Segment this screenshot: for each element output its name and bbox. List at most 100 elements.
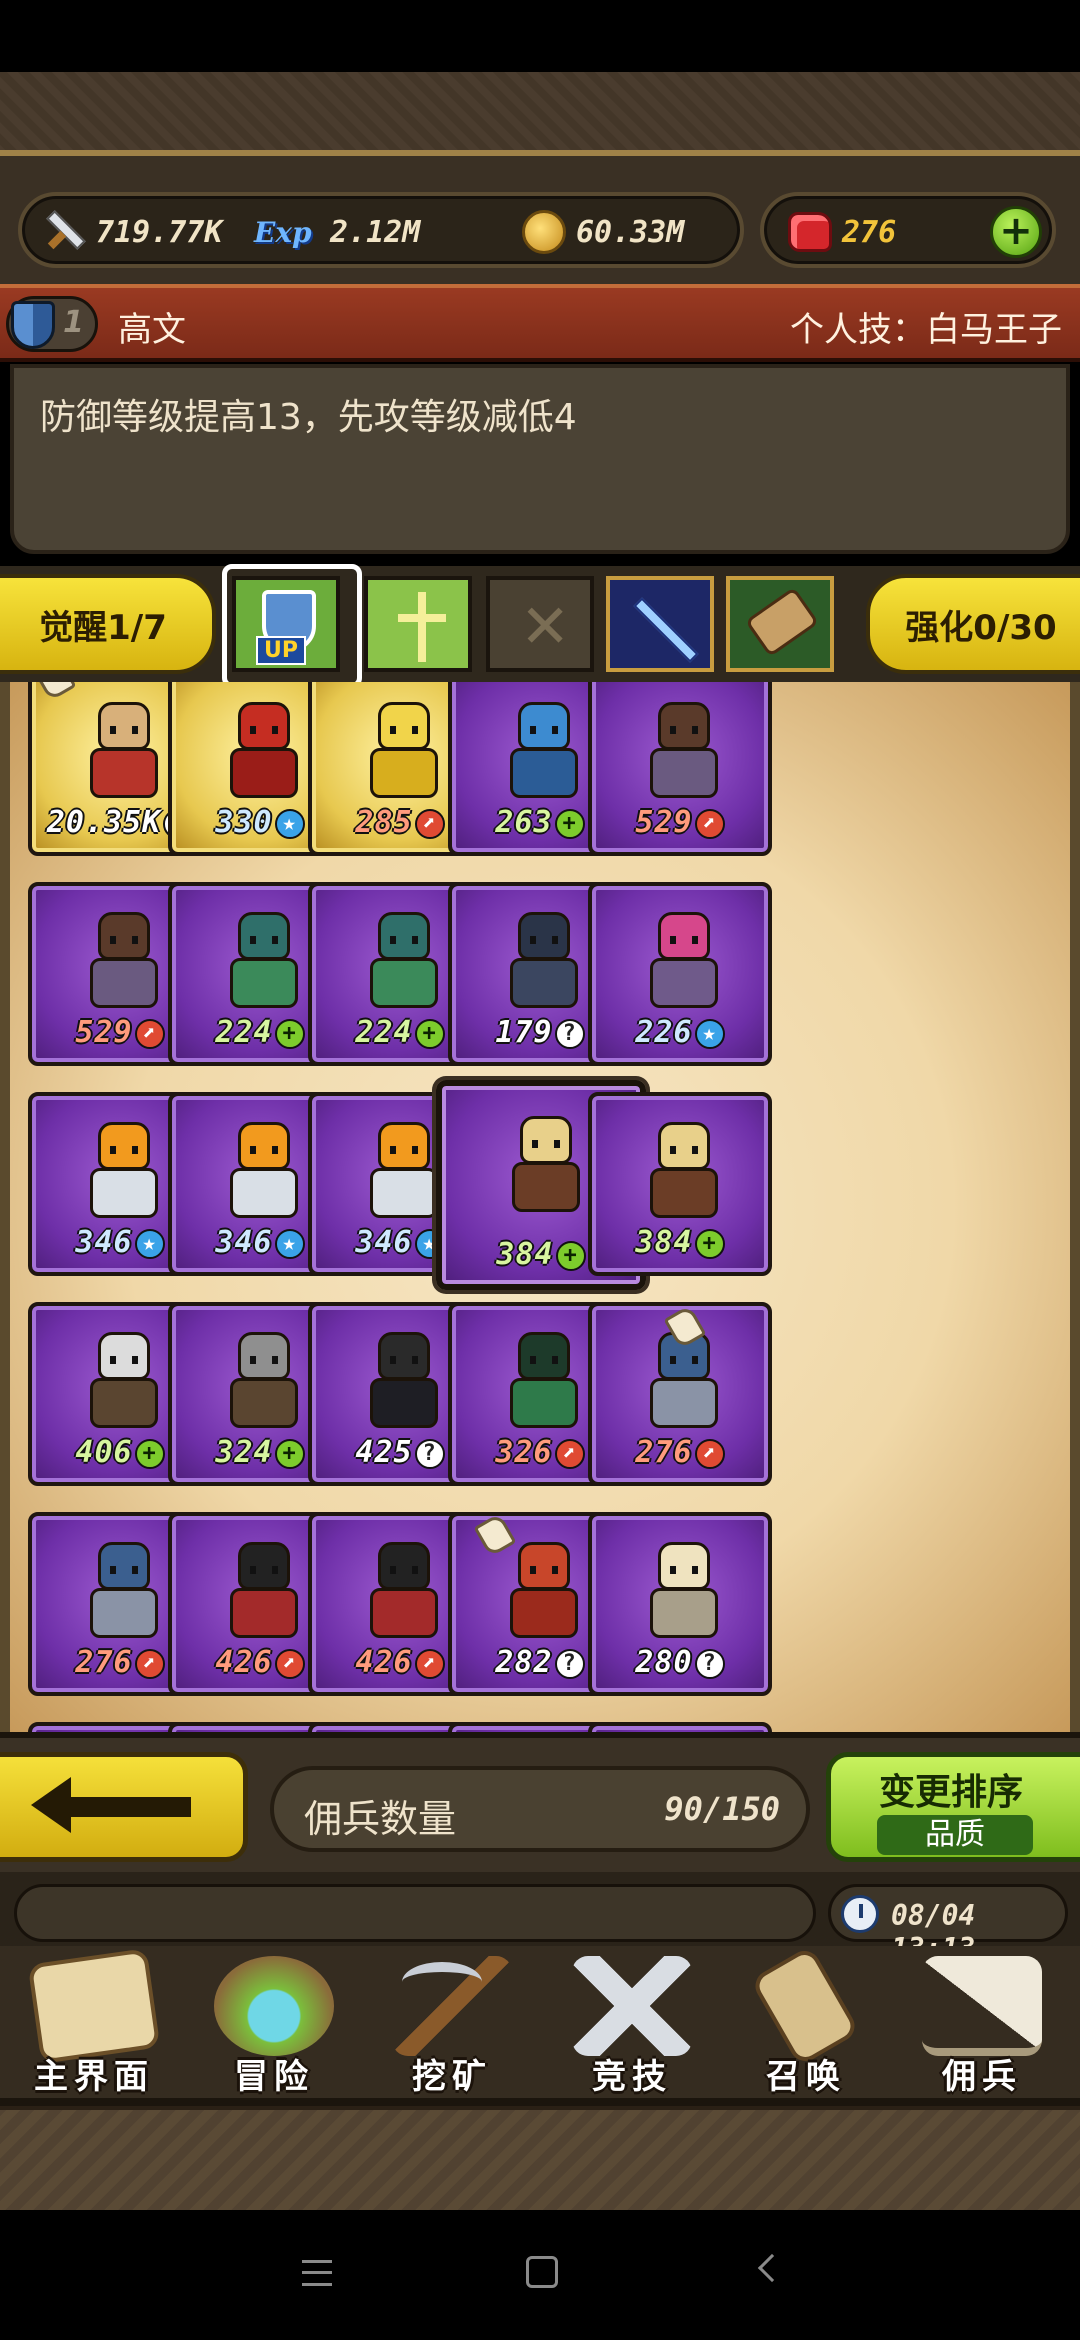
portrait-body [230, 1378, 298, 1428]
portrait-eyes [250, 726, 278, 734]
portrait-eyes [532, 1140, 560, 1148]
mercenary-portrait [360, 1122, 448, 1222]
mercenary-portrait [80, 702, 168, 802]
portrait-eyes [110, 726, 138, 734]
mercenary-count: 佣兵数量 90/150 [270, 1766, 810, 1852]
rank-value: 1 [63, 305, 84, 340]
enhance-button[interactable]: 强化0/30 [866, 574, 1080, 674]
exp-value: 2.12M [330, 214, 421, 250]
level-value: 330 [215, 805, 273, 840]
menu-icon[interactable] [302, 2260, 332, 2286]
clock: 08/04 13:13 [828, 1884, 1068, 1965]
level-value: 384 [635, 1225, 693, 1260]
skill-slot-sword[interactable] [606, 576, 714, 672]
mercenary-card[interactable]: 280? [588, 1512, 772, 1696]
level-value: 529 [75, 1015, 133, 1050]
level-status-badge: ⬈ [134, 1648, 165, 1679]
level-status-badge: ⬈ [134, 1018, 165, 1049]
portrait-body [370, 1588, 438, 1638]
gold-coin-icon [522, 210, 566, 254]
level-status-badge: + [694, 1228, 725, 1259]
shield-icon [11, 301, 55, 349]
mercenary-portrait [360, 1332, 448, 1432]
level-status-badge: ⬈ [694, 808, 725, 839]
skill-slot-locked[interactable]: ✕ [486, 576, 594, 672]
portrait-body [512, 1162, 580, 1212]
level-status-badge: + [414, 1018, 445, 1049]
nav-mercenary[interactable]: 佣兵 [896, 1952, 1068, 2102]
skill-description: 防御等级提高13，先攻等级减低4 [40, 397, 577, 438]
nav-adventure[interactable]: 冒险 [188, 1952, 360, 2102]
level-value: 346 [355, 1225, 413, 1260]
island-icon [214, 1956, 334, 2056]
portrait-body [370, 958, 438, 1008]
level-status-badge: ⬈ [274, 1648, 305, 1679]
portrait-eyes [390, 1146, 418, 1154]
skill-strip: 觉醒1/7 UP ✕ 强化0/30 [0, 564, 1080, 688]
status-bar [0, 0, 1080, 72]
mercenary-card[interactable]: 529 ⬈ [588, 682, 772, 856]
mercenary-card[interactable]: 226 ★ [588, 882, 772, 1066]
nav-arena[interactable]: 竞技 [546, 1952, 718, 2102]
hero-name: 高文 [118, 310, 186, 350]
portrait-body [230, 748, 298, 798]
blue-sword-icon [633, 597, 699, 663]
portrait-body [370, 748, 438, 798]
level-value: 326 [495, 1435, 553, 1470]
portrait-eyes [530, 1356, 558, 1364]
skill-slot-plant[interactable] [364, 576, 472, 672]
sort-button[interactable]: 变更排序 品质 [826, 1752, 1080, 1862]
mercenary-portrait [640, 1122, 728, 1222]
level-status-badge: ? [554, 1648, 585, 1679]
level-status-badge: ? [694, 1648, 725, 1679]
portrait-body [90, 1168, 158, 1218]
level-status-badge: ⬈ [554, 1438, 585, 1469]
chat-message-box[interactable] [14, 1884, 816, 1942]
portrait-eyes [530, 1566, 558, 1574]
mercenary-card[interactable]: 384 + [588, 1092, 772, 1276]
portrait-body [370, 1168, 438, 1218]
count-label: 佣兵数量 [304, 1797, 457, 1841]
mercenary-grid[interactable]: 20.35K?330★285⬈263+529⬈529⬈224+224+179?2… [0, 682, 1080, 1732]
mercenary-portrait [220, 702, 308, 802]
mercenary-portrait [80, 912, 168, 1012]
portrait-eyes [670, 936, 698, 944]
crossed-swords-icon [572, 1956, 692, 2056]
level-value: 425 [355, 1435, 413, 1470]
portrait-body [650, 748, 718, 798]
sort-value: 品质 [877, 1815, 1033, 1855]
mercenary-portrait [360, 1542, 448, 1642]
add-gems-button[interactable]: + [990, 206, 1042, 258]
mercenary-portrait [502, 1116, 590, 1216]
portrait-body [510, 958, 578, 1008]
portrait-body [230, 1588, 298, 1638]
mercenary-card-partial[interactable] [588, 1722, 772, 1732]
level-status-badge: + [274, 1018, 305, 1049]
nav-summon[interactable]: 召唤 [720, 1945, 892, 2102]
portrait-eyes [390, 1356, 418, 1364]
nav-mining[interactable]: 挖矿 [366, 1952, 538, 2102]
back-icon[interactable] [757, 2253, 787, 2283]
locked-x-icon: ✕ [520, 592, 571, 662]
level-status-badge: + [554, 808, 585, 839]
portrait-eyes [390, 1566, 418, 1574]
gem-bar: 276 + [760, 192, 1056, 268]
mercenary-portrait [80, 1332, 168, 1432]
portrait-body [510, 1588, 578, 1638]
gold-resource: 60.33M [522, 204, 684, 260]
awaken-button[interactable]: 觉醒1/7 [0, 574, 216, 674]
mercenary-portrait [220, 1542, 308, 1642]
nav-label: 冒险 [234, 2057, 314, 2097]
mercenary-portrait [500, 702, 588, 802]
skill-slot-scroll[interactable] [726, 576, 834, 672]
exp-icon: Exp [254, 215, 312, 249]
mercenary-level: 276 ⬈ [592, 1435, 768, 1470]
map-background [0, 72, 1080, 162]
portrait-eyes [390, 936, 418, 944]
nav-main[interactable]: 主界面 [8, 1948, 180, 2102]
portrait-body [230, 1168, 298, 1218]
portrait-body [650, 1378, 718, 1428]
level-status-badge: + [134, 1438, 165, 1469]
home-icon[interactable] [526, 2256, 558, 2288]
back-button[interactable] [0, 1752, 248, 1862]
